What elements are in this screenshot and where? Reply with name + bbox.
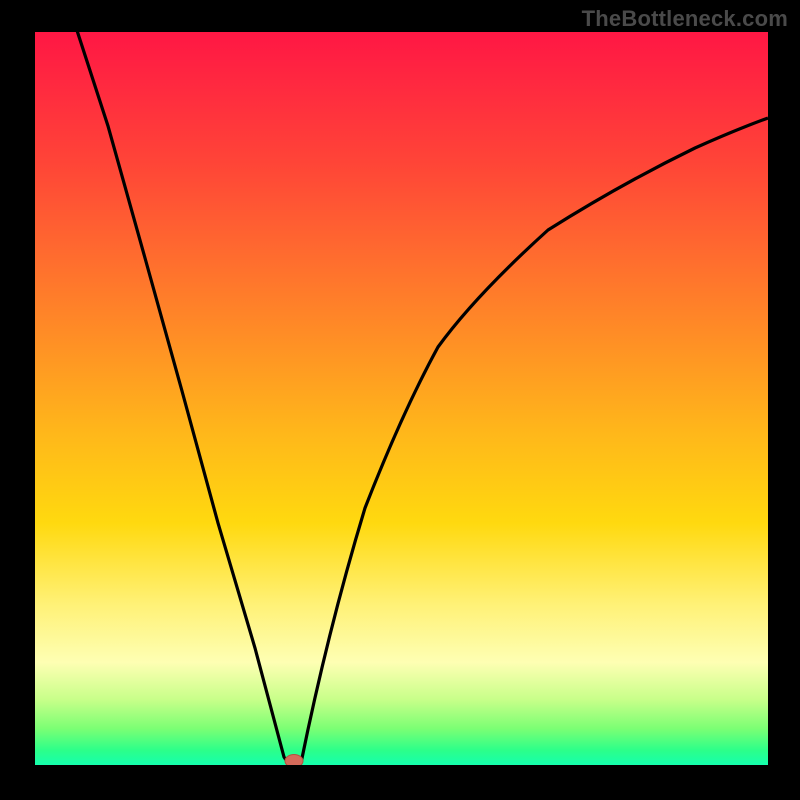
optimal-marker-icon: [285, 755, 303, 766]
watermark-text: TheBottleneck.com: [582, 6, 788, 32]
bottleneck-curve: [35, 32, 768, 765]
plot-area: [35, 32, 768, 765]
curve-left-branch: [71, 32, 288, 763]
curve-right-branch: [301, 118, 768, 763]
chart-frame: TheBottleneck.com: [0, 0, 800, 800]
